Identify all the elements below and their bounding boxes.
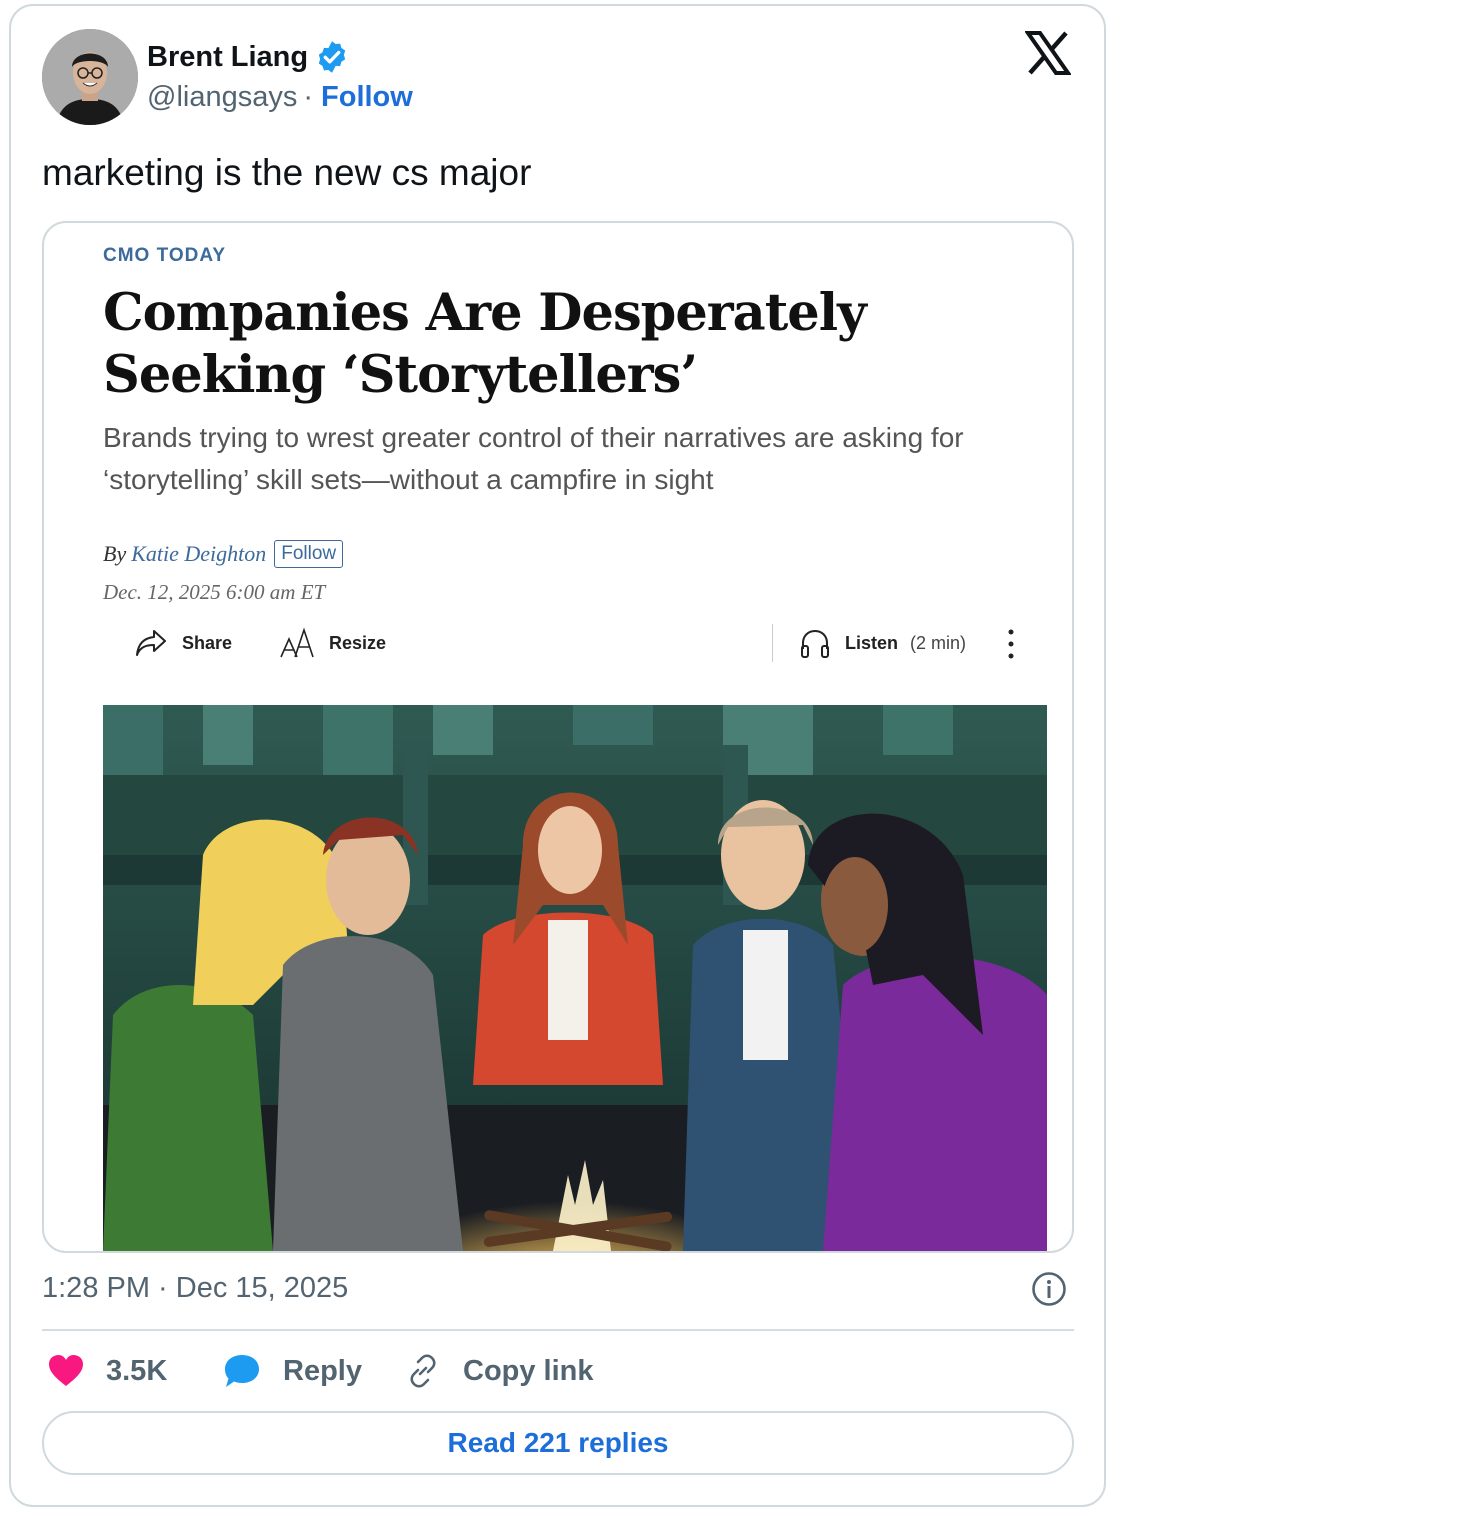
article-listen: Listen (2 min) (799, 626, 966, 660)
author-name[interactable]: Brent Liang (147, 41, 308, 74)
byline-prefix: By (103, 541, 127, 566)
article-dek: Brands trying to wrest greater control o… (103, 422, 964, 495)
author-follow-button: Follow (274, 540, 344, 568)
share-icon (136, 630, 166, 656)
resize-label: Resize (329, 632, 387, 653)
listen-duration: (2 min) (910, 632, 967, 653)
heart-icon (49, 1355, 83, 1386)
article-kicker: CMO TODAY (103, 245, 227, 266)
author-handle[interactable]: @liangsays (147, 81, 297, 114)
read-replies-button[interactable]: Read 221 replies (42, 1411, 1074, 1475)
avatar[interactable] (42, 29, 138, 125)
resize-icon (280, 627, 314, 658)
copy-link-button[interactable]: Copy link (405, 1350, 594, 1392)
article-illustration (103, 705, 1047, 1251)
like-button[interactable]: 3.5K (48, 1350, 167, 1392)
listen-label: Listen (845, 632, 899, 653)
tweet-text: marketing is the new cs major (42, 152, 532, 193)
x-logo-icon[interactable] (1024, 30, 1072, 76)
article-author: Katie Deighton (131, 541, 267, 566)
verified-badge-icon (314, 39, 350, 75)
share-label: Share (182, 632, 233, 653)
article-resize: Resize (279, 626, 386, 660)
tweet-timestamp[interactable]: 1:28 PM · Dec 15, 2025 (42, 1272, 348, 1305)
reply-label: Reply (283, 1354, 362, 1387)
toolbar-divider (772, 624, 773, 662)
article-byline: By Katie Deighton Follow (103, 540, 344, 568)
kebab-icon (1004, 628, 1018, 660)
like-count: 3.5K (106, 1354, 168, 1387)
info-icon[interactable] (1031, 1271, 1067, 1307)
link-icon (410, 1354, 436, 1388)
copy-link-label: Copy link (463, 1354, 594, 1387)
separator-dot: · (303, 81, 314, 113)
reply-button[interactable]: Reply (223, 1350, 362, 1392)
author-name-row: Brent Liang (147, 38, 350, 76)
article-date: Dec. 12, 2025 6:00 am ET (103, 580, 326, 604)
headphones-icon (801, 629, 829, 658)
follow-button[interactable]: Follow (321, 81, 413, 114)
author-handle-row: @liangsays · Follow (147, 81, 413, 114)
article-headline: Companies Are Desperately Seeking ‘Story… (103, 283, 867, 405)
divider (42, 1329, 1074, 1331)
reply-bubble-icon (225, 1355, 259, 1387)
article-share: Share (134, 626, 232, 660)
